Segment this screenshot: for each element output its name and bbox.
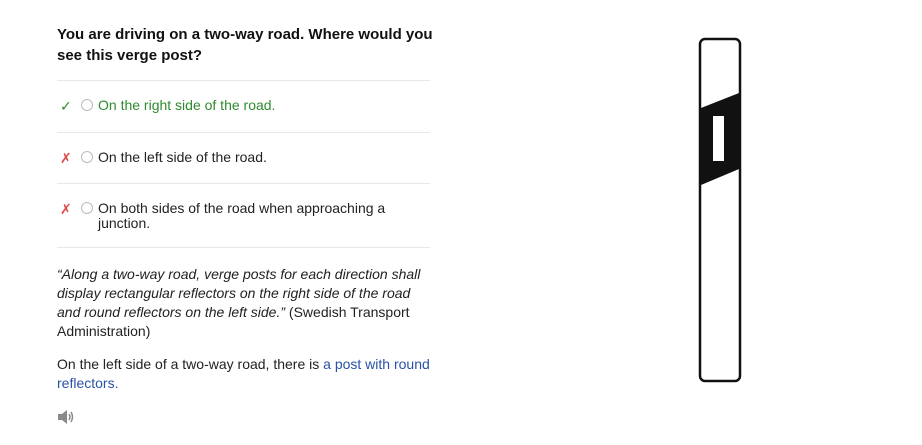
additional-info: On the left side of a two-way road, ther… xyxy=(57,355,437,393)
incorrect-cross-icon: ✗ xyxy=(60,201,72,217)
answer-option-3[interactable]: ✗ On both sides of the road when approac… xyxy=(57,183,430,248)
answer-radio-2[interactable] xyxy=(81,151,93,163)
answer-text-1[interactable]: On the right side of the road. xyxy=(98,98,398,113)
additional-info-text: On the left side of a two-way road, ther… xyxy=(57,356,324,372)
answer-text-3[interactable]: On both sides of the road when approachi… xyxy=(98,201,398,231)
speaker-icon[interactable] xyxy=(57,408,75,426)
answer-radio-1[interactable] xyxy=(81,99,93,111)
answer-text-2[interactable]: On the left side of the road. xyxy=(98,150,398,165)
answer-option-1[interactable]: ✓ On the right side of the road. xyxy=(57,80,430,132)
answer-list: ✓ On the right side of the road. ✗ On th… xyxy=(57,80,430,248)
answer-option-2[interactable]: ✗ On the left side of the road. xyxy=(57,132,430,183)
rectangular-reflector xyxy=(713,116,724,161)
correct-check-icon: ✓ xyxy=(60,98,72,114)
verge-post-image xyxy=(698,37,742,383)
question-text: You are driving on a two-way road. Where… xyxy=(57,26,433,64)
explanation: “Along a two-way road, verge posts for e… xyxy=(57,265,437,341)
incorrect-cross-icon: ✗ xyxy=(60,150,72,166)
answer-radio-3[interactable] xyxy=(81,202,93,214)
